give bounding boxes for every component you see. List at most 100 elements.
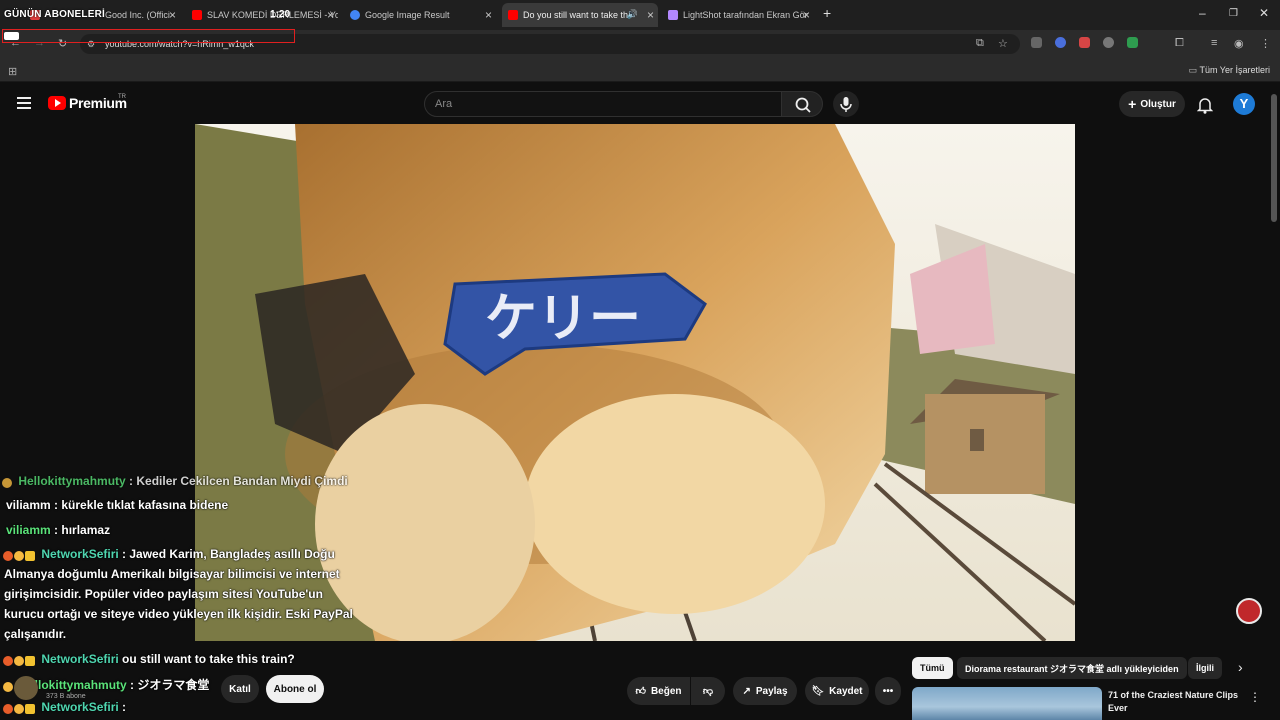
browser-tab-3[interactable]: Google Image Result × [346,3,496,27]
recommendation-title[interactable]: 71 of the Craziest Nature Clips Ever [1108,689,1243,715]
thumbs-up-icon: 👍︎ [635,686,646,697]
logo-region: TR [118,94,126,100]
chat-badges [3,701,36,715]
channel-watermark-icon[interactable] [1236,598,1262,624]
apps-grid-icon[interactable]: ⊞ [8,65,17,78]
share-button[interactable]: ↗ Paylaş [733,677,797,705]
all-bookmarks-link[interactable]: ▭ Tüm Yer İşaretleri [1189,65,1270,76]
save-button[interactable]: 🔖︎ Kaydet [805,677,869,705]
more-actions-button[interactable]: ••• [875,677,901,705]
chat-username: NetworkSefiri [41,547,119,561]
tab-title: Do you still want to take th [523,10,629,20]
folder-icon: ▭ [1188,65,1198,75]
recommendation-menu-icon[interactable]: ⋮ [1249,690,1261,704]
chat-text: : Jawed Karim, Bangladeş asıllı Doğu [122,547,335,561]
search-input[interactable]: Ara [424,91,782,117]
chat-badges [3,679,14,693]
chat-text: ou still want to take this train? [122,652,295,666]
subscribe-label: Abone ol [273,683,317,695]
tab-close-icon[interactable]: × [485,8,492,22]
search-button[interactable] [781,91,823,117]
tab-close-icon[interactable]: × [169,8,176,22]
more-horiz-icon: ••• [882,685,894,697]
like-label: Beğen [650,685,682,697]
overlay-time: 1:20 [270,9,291,20]
name-tag-text: ケリー [485,289,641,349]
bookmark-star-icon[interactable]: ☆ [998,37,1008,50]
tab-favicon-icon [508,10,518,20]
chat-message-continued: girişimcisidir. Popüler video paylaşım s… [4,587,323,601]
new-tab-icon[interactable]: + [823,5,831,21]
all-bookmarks-label: Tüm Yer İşaretleri [1199,65,1270,75]
media-controls-icon[interactable]: ≡ [1211,37,1217,49]
chat-username: Hellokittymahmuty [18,474,126,488]
chat-text: : Kediler Cekilcen Bandan Miydi Çimdi [129,474,348,488]
chip-from-uploader[interactable]: Diorama restaurant ジオラマ食堂 adlı yükleyici… [957,657,1187,679]
video-player[interactable]: ケリー [195,124,1075,641]
tab-title: LightShot tarafından Ekran Gör [683,10,808,20]
chat-message: NetworkSefiri : [3,700,126,715]
save-label: Kaydet [829,685,863,697]
extension-icon[interactable] [1055,37,1066,48]
close-window-icon[interactable]: ✕ [1259,6,1269,20]
channel-avatar[interactable] [14,676,38,700]
join-button[interactable]: Katıl [221,675,259,703]
dislike-button[interactable]: 👎︎ [691,677,725,705]
chat-message-continued: çalışanıdır. [4,627,67,641]
youtube-logo-icon[interactable] [48,96,66,110]
chat-text: : kürekle tıklat kafasına bidene [54,498,229,512]
tab-close-icon[interactable]: × [803,8,810,22]
profile-icon[interactable]: ◉ [1234,37,1244,50]
page-scrollbar[interactable] [1271,94,1277,222]
chat-username: NetworkSefiri [41,652,119,666]
account-avatar[interactable]: Y [1233,93,1255,115]
browser-tab-5[interactable]: LightShot tarafından Ekran Gör × [664,3,814,27]
chat-message: NetworkSefiri ou still want to take this… [3,652,295,667]
chevron-right-icon[interactable]: › [1238,659,1243,675]
chat-message-continued: kurucu ortağı ve siteye video yükleyen i… [4,607,353,621]
chip-all[interactable]: Tümü [912,657,953,679]
extension-icon[interactable] [1079,37,1090,48]
tab-title: Good Inc. (Offici [105,10,170,20]
puzzle-icon[interactable]: ⧠ [1175,37,1184,50]
subscribe-button[interactable]: Abone ol [266,675,324,703]
tab-favicon-icon [350,10,360,20]
chat-message: viliamm : kürekle tıklat kafasına bidene [6,498,228,512]
like-button[interactable]: 👍︎ Beğen [627,677,690,705]
chat-message: viliamm : hırlamaz [6,523,110,537]
recommendation-thumbnail[interactable] [912,687,1102,720]
chat-message: NetworkSefiri : Jawed Karim, Bangladeş a… [3,547,335,562]
menu-dots-icon[interactable]: ⋮ [1260,37,1271,50]
chat-text: : ジオラマ食堂 [130,678,210,692]
extension-icon[interactable] [1127,37,1138,48]
video-frame: ケリー [195,124,1075,641]
tab-favicon-icon [192,10,202,20]
extension-icon[interactable] [1103,37,1114,48]
tab-favicon-icon [668,10,678,20]
tab-audio-icon[interactable]: 🔊 [627,9,638,20]
browser-tab-2[interactable]: SLAV KOMEDİ DERLEMESİ - You × [188,3,338,27]
chat-text: : [122,700,127,714]
create-button[interactable]: + Oluştur [1119,91,1185,117]
restore-icon[interactable]: ❐ [1229,8,1238,19]
minimize-icon[interactable]: – [1199,6,1206,20]
hamburger-menu-icon[interactable] [17,97,31,109]
chip-related[interactable]: İlgili [1188,657,1222,679]
annotation-label [4,32,19,40]
tab-close-icon[interactable]: × [647,8,654,22]
microphone-icon [840,97,852,112]
voice-search-button[interactable] [833,91,859,117]
plus-icon: + [1128,96,1137,112]
tab-close-icon[interactable]: × [327,8,334,22]
overlay-title: GÜNÜN ABONELERİ [4,9,105,20]
create-label: Oluştur [1140,98,1176,110]
browser-tab-bar: Good Inc. (Offici × SLAV KOMEDİ DERLEMES… [0,0,1280,30]
chat-message-continued: Almanya doğumlu Amerikalı bilgisayar bil… [4,567,340,581]
share-icon: ↗ [742,685,751,697]
notifications-bell-icon[interactable] [1196,96,1214,119]
cast-icon[interactable]: ⧉ [976,37,984,50]
chat-message: Hellokittymahmuty : Kediler Cekilcen Ban… [2,474,348,489]
chat-badges [3,653,36,667]
extension-icon[interactable] [1031,37,1042,48]
browser-tab-4[interactable]: Do you still want to take th 🔊 × [502,3,658,27]
